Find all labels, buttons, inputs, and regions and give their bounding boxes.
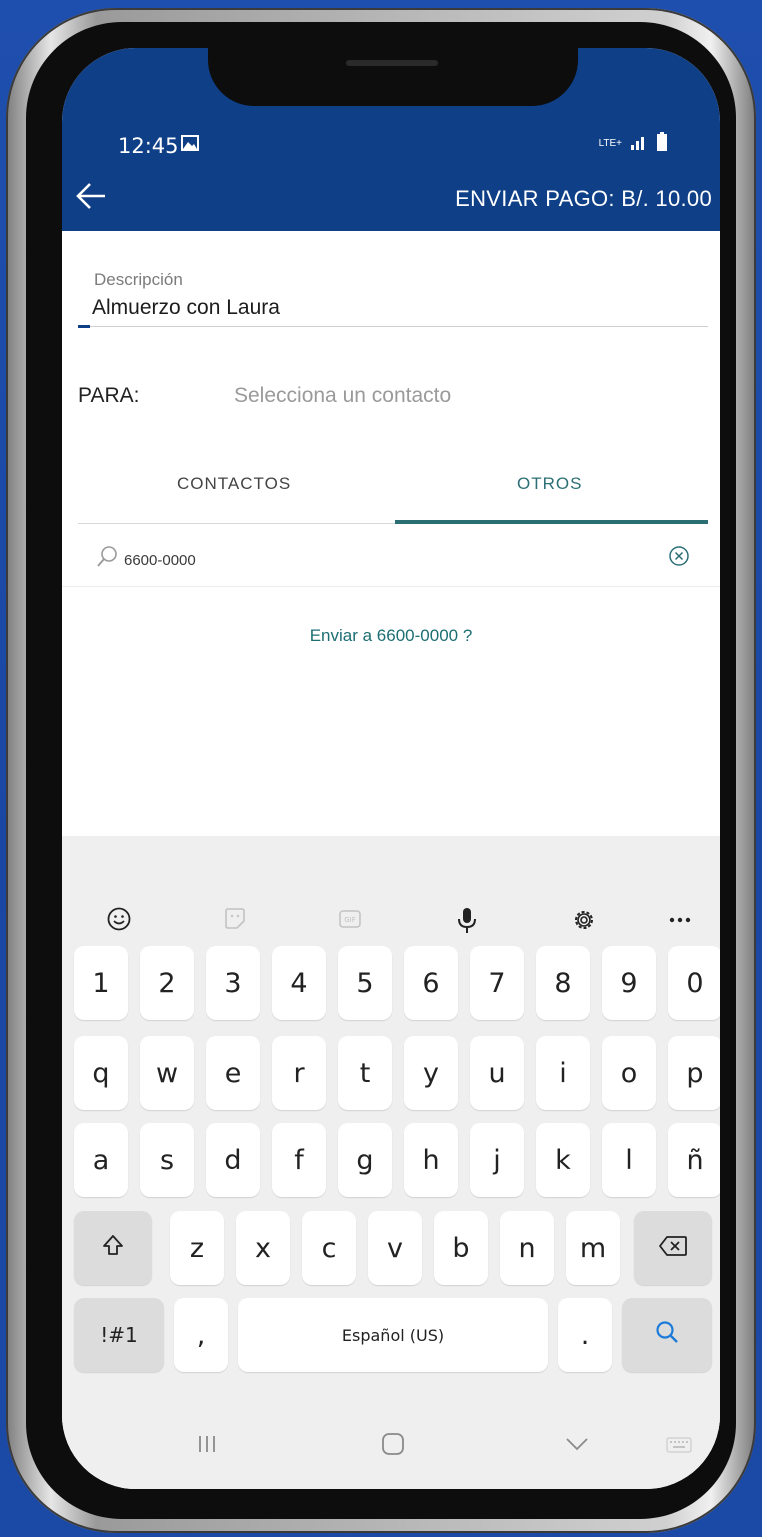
key-j[interactable]: j bbox=[470, 1123, 524, 1197]
key-w[interactable]: w bbox=[140, 1036, 194, 1110]
key-0[interactable]: 0 bbox=[668, 946, 720, 1020]
phone-screen: 12:45 LTE+ ENVIAR PAGO: B/. 10.00 Descri… bbox=[62, 48, 720, 1489]
microphone-icon[interactable] bbox=[454, 906, 480, 938]
keyboard-switch-icon[interactable] bbox=[666, 1437, 692, 1457]
key-5[interactable]: 5 bbox=[338, 946, 392, 1020]
search-input[interactable] bbox=[122, 546, 646, 574]
key-v[interactable]: v bbox=[368, 1211, 422, 1285]
space-bar[interactable]: Español (US) bbox=[238, 1298, 548, 1372]
contact-selector[interactable]: Selecciona un contacto bbox=[234, 384, 451, 408]
settings-gear-icon[interactable] bbox=[570, 906, 598, 938]
key-d[interactable]: d bbox=[206, 1123, 260, 1197]
battery-icon bbox=[656, 132, 668, 156]
description-underline bbox=[78, 326, 708, 327]
shift-arrow-icon bbox=[101, 1233, 125, 1264]
key-6[interactable]: 6 bbox=[404, 946, 458, 1020]
search-icon bbox=[654, 1319, 680, 1352]
shift-key[interactable] bbox=[74, 1211, 152, 1285]
symbols-key[interactable]: !#1 bbox=[74, 1298, 164, 1372]
earpiece-speaker bbox=[346, 60, 438, 66]
key-a[interactable]: a bbox=[74, 1123, 128, 1197]
key-s[interactable]: s bbox=[140, 1123, 194, 1197]
key-i[interactable]: i bbox=[536, 1036, 590, 1110]
key-z[interactable]: z bbox=[170, 1211, 224, 1285]
image-notification-icon bbox=[180, 134, 200, 156]
key-n-tilde[interactable]: ñ bbox=[668, 1123, 720, 1197]
more-icon[interactable] bbox=[668, 910, 692, 934]
sticker-icon[interactable] bbox=[222, 906, 248, 936]
svg-text:GIF: GIF bbox=[344, 916, 356, 924]
search-icon bbox=[96, 544, 120, 572]
key-x[interactable]: x bbox=[236, 1211, 290, 1285]
key-1[interactable]: 1 bbox=[74, 946, 128, 1020]
hide-keyboard-chevron-icon[interactable] bbox=[564, 1435, 590, 1457]
key-9[interactable]: 9 bbox=[602, 946, 656, 1020]
key-g[interactable]: g bbox=[338, 1123, 392, 1197]
clear-search-icon[interactable] bbox=[668, 545, 690, 571]
key-c[interactable]: c bbox=[302, 1211, 356, 1285]
signal-icon bbox=[630, 134, 648, 154]
key-4[interactable]: 4 bbox=[272, 946, 326, 1020]
key-n[interactable]: n bbox=[500, 1211, 554, 1285]
key-e[interactable]: e bbox=[206, 1036, 260, 1110]
key-k[interactable]: k bbox=[536, 1123, 590, 1197]
network-type: LTE+ bbox=[598, 138, 622, 149]
key-o[interactable]: o bbox=[602, 1036, 656, 1110]
key-q[interactable]: q bbox=[74, 1036, 128, 1110]
camera-notch bbox=[208, 48, 578, 106]
status-icons: LTE+ bbox=[599, 132, 668, 156]
key-2[interactable]: 2 bbox=[140, 946, 194, 1020]
home-button-icon[interactable] bbox=[380, 1431, 406, 1461]
key-7[interactable]: 7 bbox=[470, 946, 524, 1020]
tab-otros[interactable]: OTROS bbox=[517, 474, 582, 494]
search-divider bbox=[62, 586, 720, 587]
key-3[interactable]: 3 bbox=[206, 946, 260, 1020]
system-navigation-bar bbox=[62, 1403, 720, 1489]
key-8[interactable]: 8 bbox=[536, 946, 590, 1020]
description-label: Descripción bbox=[94, 270, 183, 289]
active-tab-indicator bbox=[395, 520, 708, 524]
backspace-key[interactable] bbox=[634, 1211, 712, 1285]
send-to-number-link[interactable]: Enviar a 6600-0000 ? bbox=[62, 626, 720, 646]
search-key[interactable] bbox=[622, 1298, 712, 1372]
back-arrow-icon[interactable] bbox=[74, 181, 108, 215]
key-h[interactable]: h bbox=[404, 1123, 458, 1197]
key-b[interactable]: b bbox=[434, 1211, 488, 1285]
description-field[interactable]: Almuerzo con Laura bbox=[92, 296, 280, 320]
key-l[interactable]: l bbox=[602, 1123, 656, 1197]
period-key[interactable]: . bbox=[558, 1298, 612, 1372]
key-y[interactable]: y bbox=[404, 1036, 458, 1110]
key-m[interactable]: m bbox=[566, 1211, 620, 1285]
key-f[interactable]: f bbox=[272, 1123, 326, 1197]
status-time: 12:45 bbox=[118, 134, 179, 158]
page-title: ENVIAR PAGO: B/. 10.00 bbox=[455, 186, 712, 211]
tab-contactos[interactable]: CONTACTOS bbox=[177, 474, 291, 494]
comma-key[interactable]: , bbox=[174, 1298, 228, 1372]
key-r[interactable]: r bbox=[272, 1036, 326, 1110]
backspace-icon bbox=[658, 1233, 688, 1264]
key-p[interactable]: p bbox=[668, 1036, 720, 1110]
recent-apps-icon[interactable] bbox=[196, 1433, 218, 1459]
gif-icon[interactable]: GIF bbox=[337, 906, 363, 936]
recipient-label: PARA: bbox=[78, 384, 140, 407]
key-u[interactable]: u bbox=[470, 1036, 524, 1110]
emoji-icon[interactable] bbox=[106, 906, 132, 936]
text-cursor bbox=[78, 325, 90, 328]
key-t[interactable]: t bbox=[338, 1036, 392, 1110]
